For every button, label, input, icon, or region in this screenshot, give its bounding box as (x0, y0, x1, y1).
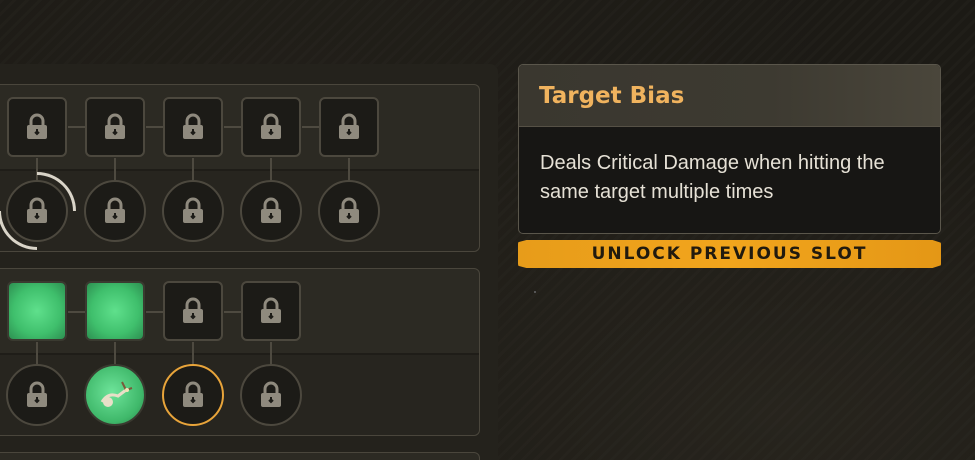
lock-icon (27, 381, 47, 407)
connector (146, 311, 164, 313)
skill-tooltip: Target Bias Deals Critical Damage when h… (518, 64, 941, 234)
connector (348, 158, 350, 182)
skill-group-2-divider (0, 353, 479, 355)
lock-icon (261, 381, 281, 407)
connector (224, 311, 242, 313)
lock-icon (105, 197, 125, 223)
connector (270, 342, 272, 366)
skill-node-locked[interactable] (318, 180, 380, 242)
connector (302, 126, 320, 128)
skill-node-locked[interactable] (240, 364, 302, 426)
skill-slot-active[interactable] (7, 281, 67, 341)
connector (36, 342, 38, 366)
skill-slot-locked[interactable] (7, 97, 67, 157)
skill-portrait-icon (100, 381, 133, 407)
tooltip-header: Target Bias (519, 65, 940, 127)
skill-node-locked[interactable] (162, 180, 224, 242)
skill-node-locked[interactable] (6, 364, 68, 426)
tooltip-description: Deals Critical Damage when hitting the s… (540, 152, 885, 203)
skill-slot-active[interactable] (85, 281, 145, 341)
skill-group-3 (0, 452, 480, 460)
skill-slot-locked[interactable] (241, 97, 301, 157)
skill-slot-locked[interactable] (241, 281, 301, 341)
connector (270, 158, 272, 182)
lock-icon (27, 197, 47, 223)
lock-icon (261, 297, 281, 323)
connector (192, 342, 194, 366)
connector (146, 126, 164, 128)
skill-node-selected[interactable] (162, 364, 224, 426)
connector (114, 342, 116, 366)
skill-group-2 (0, 268, 480, 436)
skill-slot-locked[interactable] (85, 97, 145, 157)
lock-icon (183, 297, 203, 323)
connector (114, 158, 116, 182)
connector (68, 126, 86, 128)
lock-icon (183, 381, 203, 407)
connector (224, 126, 242, 128)
skill-group-1-divider (0, 169, 479, 171)
skill-slot-locked[interactable] (319, 97, 379, 157)
skill-node-learned[interactable] (84, 364, 146, 426)
tooltip-title: Target Bias (539, 82, 685, 109)
unlock-button-label: UNLOCK PREVIOUS SLOT (591, 244, 868, 264)
skill-node-locked[interactable] (240, 180, 302, 242)
lock-icon (183, 197, 203, 223)
decorative-speck (534, 291, 536, 293)
lock-icon (339, 197, 359, 223)
lock-icon (105, 113, 125, 139)
connector (68, 311, 86, 313)
connector (192, 158, 194, 182)
lock-icon (261, 197, 281, 223)
skill-slot-locked[interactable] (163, 281, 223, 341)
skill-node-locked-highlighted[interactable] (6, 180, 68, 242)
unlock-previous-slot-button[interactable]: UNLOCK PREVIOUS SLOT (518, 240, 941, 268)
skill-node-locked[interactable] (84, 180, 146, 242)
skill-slot-locked[interactable] (163, 97, 223, 157)
lock-icon (183, 113, 203, 139)
lock-icon (261, 113, 281, 139)
lock-icon (27, 113, 47, 139)
lock-icon (339, 113, 359, 139)
